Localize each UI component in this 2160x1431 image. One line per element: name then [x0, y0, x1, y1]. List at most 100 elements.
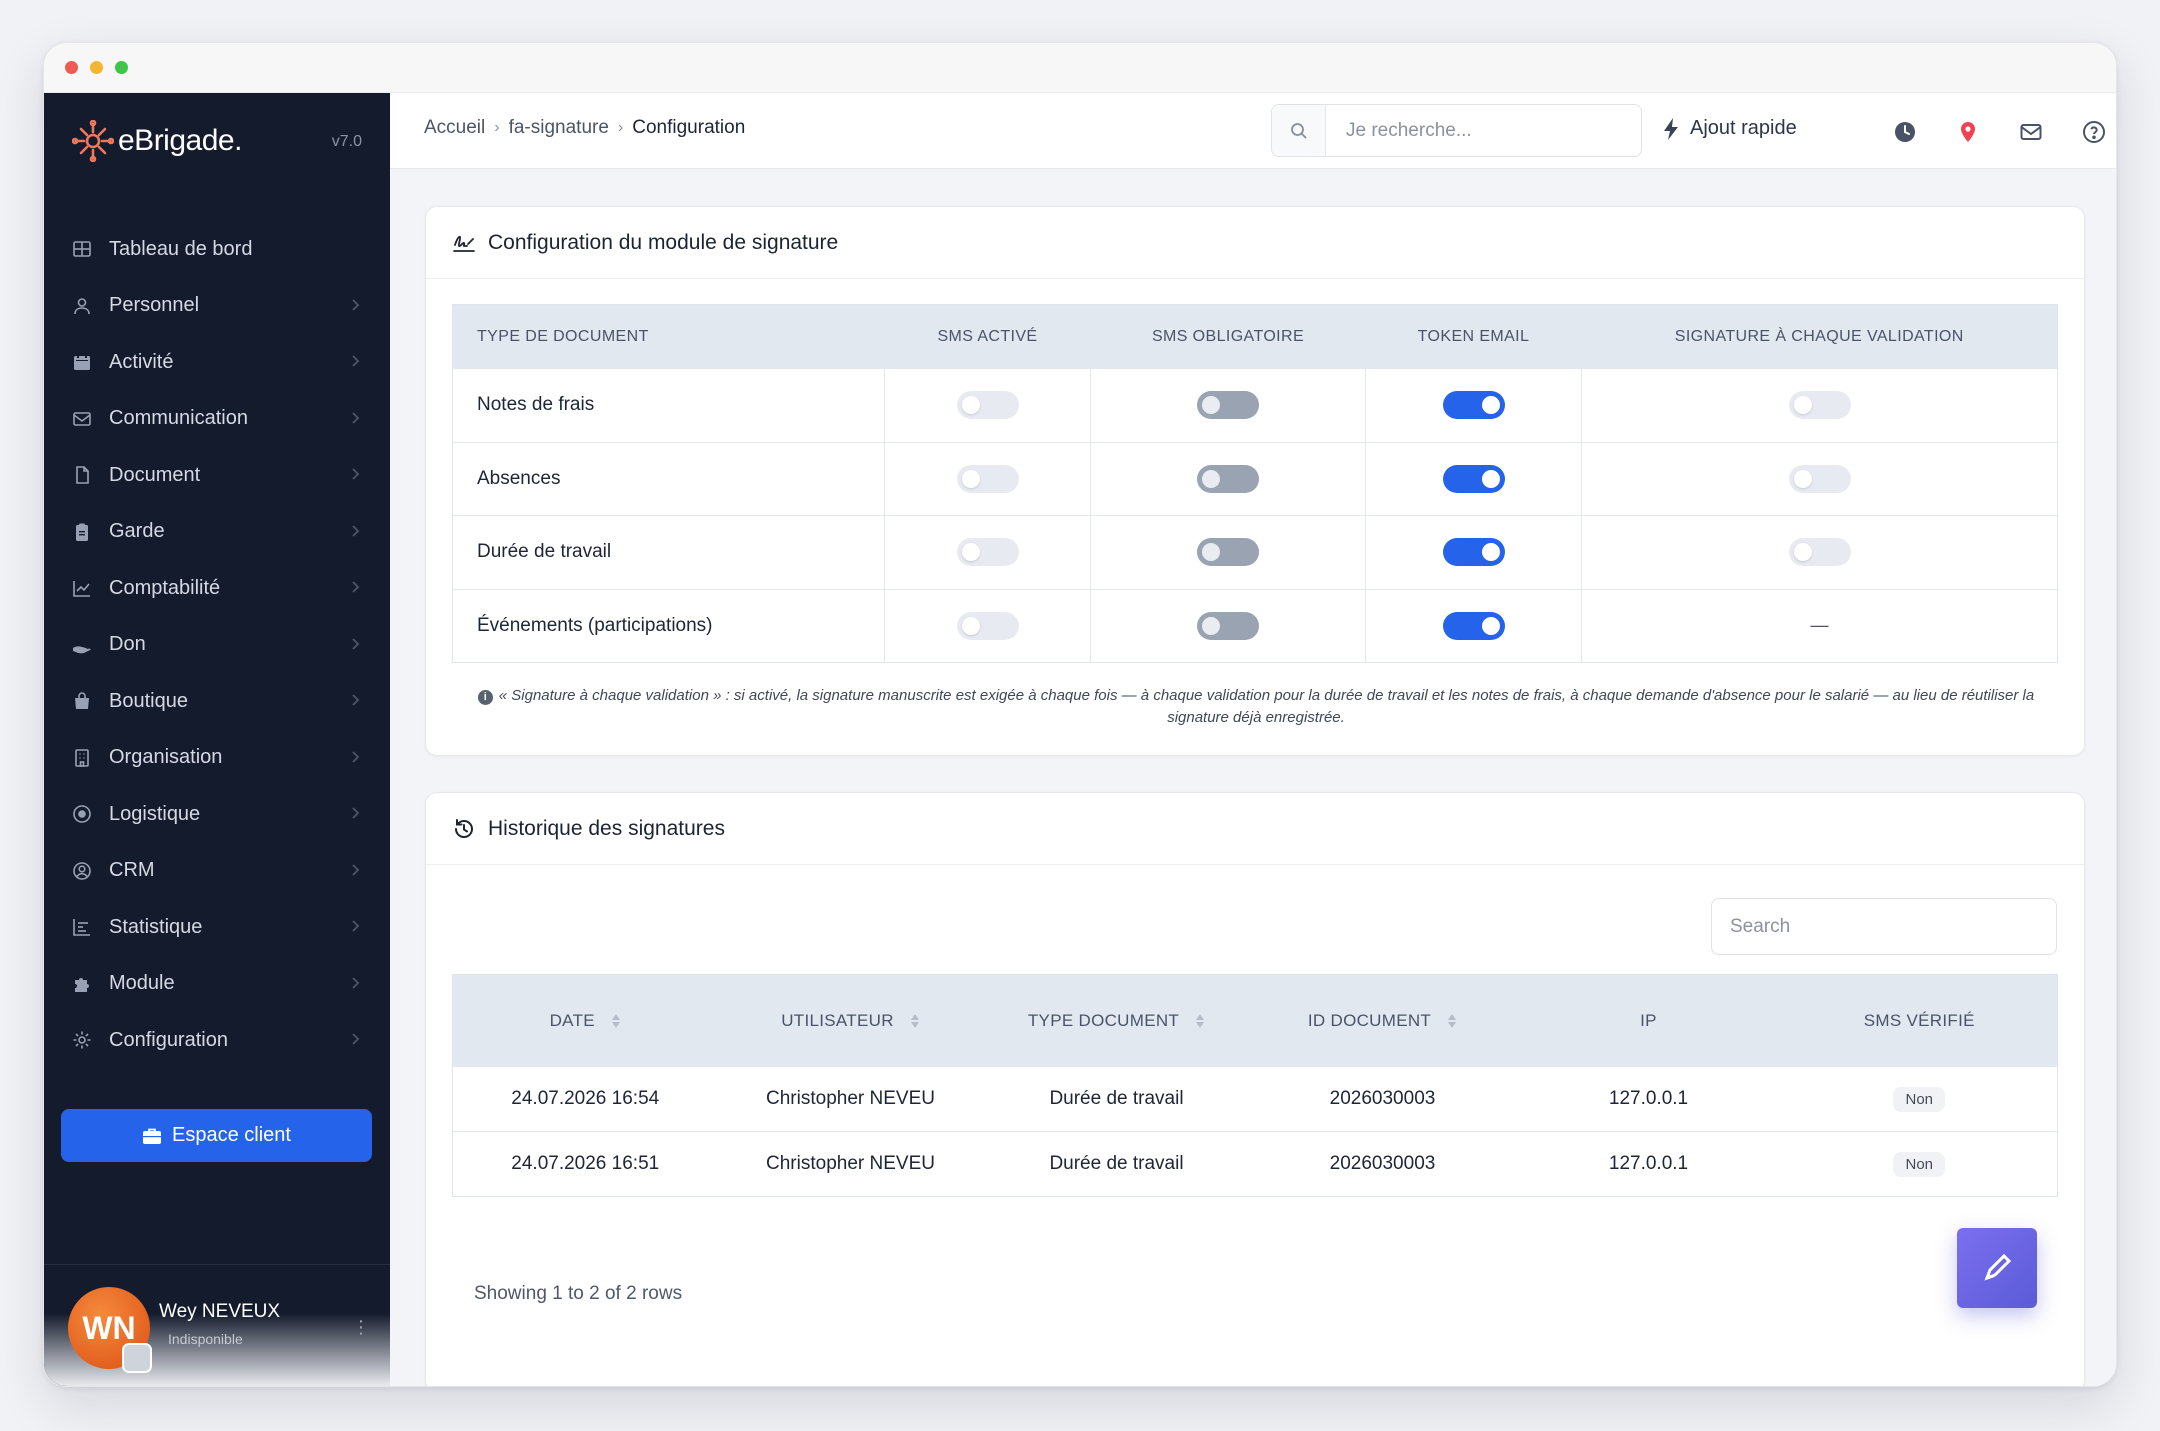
sms-obligatoire-toggle[interactable] [1197, 391, 1259, 420]
column-header-label: DATE [549, 1010, 595, 1030]
sidebar-item-personnel[interactable]: Personnel [44, 278, 390, 335]
sidebar-item-boutique[interactable]: Boutique [44, 673, 390, 730]
toggle-knob [1481, 469, 1500, 488]
sms-active-toggle[interactable] [956, 538, 1019, 567]
token-email-toggle[interactable] [1442, 464, 1505, 493]
sidebar-item-label: Module [109, 972, 175, 995]
signature-validation-toggle[interactable] [1788, 391, 1851, 420]
app-window: eBrigade. v7.0 Tableau de bord Personnel… [43, 42, 2117, 1387]
sidebar-item-statistique[interactable]: Statistique [44, 899, 390, 956]
sms-obligatoire-toggle[interactable] [1197, 464, 1259, 493]
signature-validation-cell [1581, 441, 2058, 516]
chevron-right-icon [352, 976, 360, 989]
history-search-input[interactable] [1730, 915, 2030, 938]
brand-logo[interactable]: eBrigade. [72, 117, 242, 165]
breadcrumb-fa-signature[interactable]: fa-signature [509, 117, 609, 139]
quick-add-button[interactable]: Ajout rapide [1662, 117, 1797, 140]
info-icon: i [477, 690, 493, 705]
sidebar-item-organisation[interactable]: Organisation [44, 730, 390, 787]
signature-validation-toggle[interactable] [1788, 464, 1851, 493]
sidebar-item-label: Document [109, 463, 201, 486]
sidebar-item-crm[interactable]: CRM [44, 843, 390, 900]
toggle-knob [1793, 396, 1812, 415]
toggle-knob [1481, 543, 1500, 562]
status-badge: Non [1893, 1086, 1946, 1112]
sidebar-item-activite[interactable]: Activité [44, 334, 390, 391]
sms-active-toggle[interactable] [956, 464, 1019, 493]
pagination-info: Showing 1 to 2 of 2 rows [474, 1283, 683, 1304]
column-header: TYPE DE DOCUMENT [452, 304, 885, 369]
search-input[interactable] [1346, 119, 1626, 142]
sidebar-item-communication[interactable]: Communication [44, 391, 390, 448]
sidebar-item-document[interactable]: Document [44, 447, 390, 504]
history-search[interactable] [1711, 898, 2057, 955]
map-marker-icon[interactable] [1955, 119, 1981, 145]
column-header-label: UTILISATEUR [781, 1010, 894, 1030]
sidebar-item-label: Statistique [109, 915, 203, 938]
clock-icon[interactable] [1892, 119, 1918, 145]
cell-doc-id: 2026030003 [1249, 1131, 1516, 1197]
user-profile[interactable]: WN Wey NEVEUX Indisponible ⋮ [44, 1264, 390, 1386]
breadcrumb-accueil[interactable]: Accueil [424, 117, 485, 139]
sidebar-item-comptabilite[interactable]: Comptabilité [44, 560, 390, 617]
column-header-type-document[interactable]: TYPE DOCUMENT [983, 974, 1250, 1067]
token-email-toggle[interactable] [1442, 538, 1505, 567]
token-email-cell [1365, 368, 1582, 442]
espace-client-button[interactable]: Espace client [61, 1109, 372, 1162]
signature-history-card: Historique des signatures DATE UTILISATE… [425, 792, 2085, 1386]
chart-bar-icon [71, 916, 93, 938]
sidebar-item-label: Activité [109, 350, 174, 373]
global-search[interactable] [1271, 104, 1642, 157]
breadcrumb-separator: › [494, 119, 500, 136]
toggle-knob [961, 543, 980, 562]
breadcrumb-current: Configuration [632, 117, 746, 138]
sidebar-item-configuration[interactable]: Configuration [44, 1012, 390, 1069]
chevron-right-icon [352, 411, 360, 424]
column-header-date[interactable]: DATE [452, 974, 718, 1067]
sms-obligatoire-toggle[interactable] [1197, 538, 1259, 567]
sms-active-toggle[interactable] [956, 391, 1019, 420]
envelope-icon[interactable] [2018, 119, 2044, 145]
maximize-window-button[interactable] [115, 61, 128, 74]
edit-fab-button[interactable] [1957, 1228, 2037, 1308]
sms-obligatoire-cell [1090, 588, 1366, 663]
help-icon[interactable] [2081, 119, 2107, 145]
grid-icon [71, 238, 93, 260]
signature-validation-toggle[interactable] [1788, 538, 1851, 567]
signature-icon [453, 235, 475, 252]
sidebar-item-label: Tableau de bord [109, 237, 253, 260]
column-header-id-document[interactable]: ID DOCUMENT [1249, 974, 1516, 1067]
hand-holding-icon [71, 634, 93, 656]
sidebar-item-tableau-de-bord[interactable]: Tableau de bord [44, 221, 390, 278]
not-applicable-dash: — [1810, 614, 1829, 635]
close-window-button[interactable] [65, 61, 78, 74]
chevron-right-icon [352, 1033, 360, 1045]
cell-doc-type: Durée de travail [983, 1131, 1250, 1197]
more-vertical-icon[interactable]: ⋮ [352, 1317, 370, 1338]
user-name: Wey NEVEUX [159, 1301, 281, 1322]
sms-active-toggle[interactable] [956, 611, 1019, 640]
espace-client-label: Espace client [172, 1124, 291, 1146]
card-header: Configuration du module de signature [426, 207, 2084, 279]
token-email-toggle[interactable] [1442, 391, 1505, 420]
chevron-right-icon [352, 581, 360, 593]
cell-user: Christopher NEVEU [717, 1066, 984, 1132]
main-content: Configuration du module de signature TYP… [390, 169, 2116, 1386]
sidebar-item-label: Communication [109, 407, 248, 430]
cell-ip: 127.0.0.1 [1515, 1131, 1782, 1197]
token-email-cell [1365, 441, 1582, 516]
column-header-utilisateur[interactable]: UTILISATEUR [717, 974, 984, 1067]
sidebar-item-module[interactable]: Module [44, 956, 390, 1013]
token-email-toggle[interactable] [1442, 611, 1505, 640]
sidebar-item-logistique[interactable]: Logistique [44, 786, 390, 843]
sidebar-item-garde[interactable]: Garde [44, 504, 390, 561]
token-email-cell [1365, 588, 1582, 663]
sms-obligatoire-toggle[interactable] [1197, 611, 1259, 640]
cell-sms-verified: Non [1781, 1066, 2058, 1132]
sidebar-item-label: Organisation [109, 746, 223, 769]
status-badge: Non [1893, 1151, 1946, 1177]
minimize-window-button[interactable] [90, 61, 103, 74]
sidebar-item-don[interactable]: Don [44, 617, 390, 674]
history-icon [455, 818, 473, 838]
toggle-knob [1481, 396, 1500, 415]
